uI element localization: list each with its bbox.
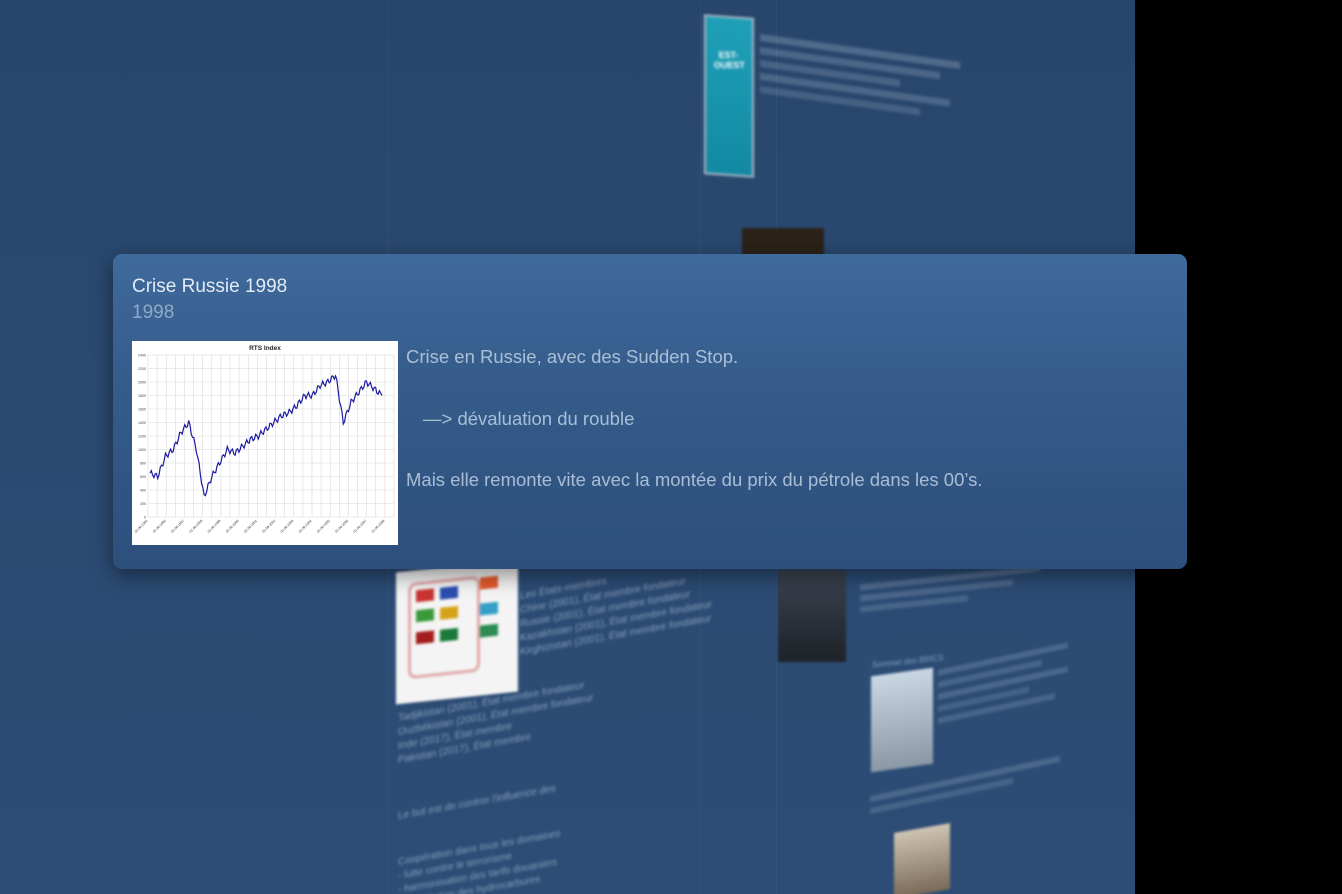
event-title: Crise Russie 1998 — [132, 276, 288, 297]
x-tick-label: 01.09.1999 — [207, 519, 222, 534]
blurred-text-block — [760, 28, 960, 176]
book-cover-image[interactable]: EST-OUEST — [706, 16, 752, 176]
y-tick-label: 2200 — [138, 367, 146, 371]
cooperation-text-block: Coopération dans tous les domaines - lut… — [398, 803, 698, 894]
y-tick-label: 1800 — [138, 394, 146, 398]
blurred-text-block — [860, 561, 1040, 618]
blurred-text-block — [938, 636, 1068, 730]
chart-title: RTS Index — [249, 345, 281, 352]
y-tick-label: 1400 — [138, 421, 146, 425]
x-tick-label: 01.09.2001 — [243, 519, 258, 534]
x-tick-label: 01.09.2006 — [334, 519, 349, 534]
description-line: Mais elle remonte vite avec la montée du… — [406, 469, 983, 490]
x-tick-label: 01.09.1995 — [134, 519, 149, 534]
event-popup-card[interactable]: Crise Russie 1998 1998 0 200 400 600 800 1000… — [113, 254, 1187, 569]
x-tick-label: 01.09.2008 — [371, 519, 386, 534]
factory-photo[interactable] — [778, 570, 846, 662]
x-tick-label: 01.09.1996 — [152, 519, 167, 534]
x-tick-label: 01.09.2003 — [280, 519, 295, 534]
x-tick-label: 01.09.2004 — [298, 519, 313, 534]
x-tick-label: 01.09.1998 — [189, 519, 204, 534]
y-tick-label: 400 — [140, 489, 146, 493]
y-tick-label: 2000 — [138, 381, 146, 385]
meeting-photo[interactable] — [894, 823, 950, 894]
x-tick-label: 01.09.2007 — [353, 519, 368, 534]
y-tick-label: 1600 — [138, 408, 146, 412]
x-tick-label: 01.09.2000 — [225, 519, 240, 534]
x-tick-label: 01.09.2002 — [261, 519, 276, 534]
description-line: Crise en Russie, avec des Sudden Stop. — [406, 346, 739, 367]
y-tick-label: 2400 — [138, 354, 146, 358]
x-tick-label: 01.09.2005 — [316, 519, 331, 534]
chart-svg: 0200400600800100012001400160018002000220… — [134, 345, 395, 534]
brics-summit-photo[interactable] — [871, 667, 933, 773]
description-line: —> dévaluation du rouble — [423, 408, 635, 429]
y-tick-label: 600 — [140, 475, 146, 479]
y-tick-label: 800 — [140, 462, 146, 466]
cover-brand: EST-OUEST — [713, 49, 746, 71]
flags-image[interactable] — [396, 559, 518, 705]
event-year: 1998 — [132, 302, 175, 323]
rts-index-chart[interactable]: 0 200 400 600 800 1000 1200 1400 1600 1800 2000 220… — [132, 341, 398, 545]
y-tick-label: 1200 — [138, 435, 146, 439]
y-tick-label: 200 — [140, 502, 146, 506]
x-tick-label: 01.09.1997 — [170, 519, 185, 534]
y-tick-label: 1000 — [138, 448, 146, 452]
